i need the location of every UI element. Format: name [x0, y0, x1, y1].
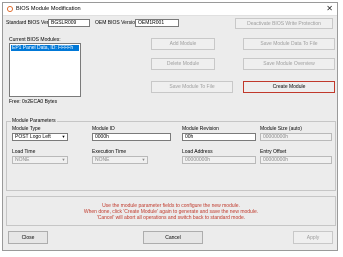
modules-listbox[interactable]: EP1 Panel Data, ID: FFFFh — [9, 43, 81, 97]
execution-time-value: NONE — [95, 157, 110, 163]
message-panel: Use the module parameter fields to confi… — [6, 196, 336, 226]
module-id-field[interactable]: 0000h — [92, 133, 171, 141]
module-type-value: POST Logo Left — [15, 134, 51, 140]
save-module-to-file-button[interactable]: Save Module To File — [151, 81, 233, 93]
module-size-label: Module Size (auto) — [260, 126, 302, 132]
load-time-label: Load Time — [12, 149, 36, 155]
chevron-down-icon[interactable]: ▼ — [60, 134, 67, 140]
apply-button[interactable]: Apply — [293, 231, 333, 244]
module-size-field: 00000000h — [260, 133, 332, 141]
module-parameters-group: Module Parameters Module Type POST Logo … — [6, 118, 336, 191]
chevron-down-icon[interactable]: ▼ — [60, 157, 67, 163]
close-button[interactable]: Close — [8, 231, 48, 244]
close-icon[interactable]: ✕ — [326, 4, 333, 14]
title-bar: BIOS Module Modification ✕ — [3, 3, 337, 16]
module-type-label: Module Type — [12, 126, 41, 132]
add-module-button[interactable]: Add Module — [151, 38, 215, 50]
deactivate-write-protection-button[interactable]: Deactivate BIOS Write Protection — [235, 18, 333, 29]
cancel-button[interactable]: Cancel — [143, 231, 203, 244]
create-module-button[interactable]: Create Module — [243, 81, 335, 93]
module-parameters-title: Module Parameters — [11, 118, 57, 125]
oem-bios-label: OEM BIOS Version: — [95, 20, 140, 26]
bios-module-window: BIOS Module Modification ✕ Standard BIOS… — [2, 2, 338, 251]
save-module-data-button[interactable]: Save Module Data To File — [243, 38, 335, 50]
oem-bios-field: OEM1R001 — [135, 19, 179, 27]
app-icon — [7, 6, 13, 12]
free-bytes-label: Free: 0x2ECA0 Bytes — [9, 99, 58, 105]
window-title: BIOS Module Modification — [16, 6, 81, 12]
module-revision-label: Module Revision — [182, 126, 219, 132]
entry-offset-field[interactable]: 00000000h — [260, 156, 332, 164]
delete-module-button[interactable]: Delete Module — [151, 58, 215, 70]
list-item[interactable]: EP1 Panel Data, ID: FFFFh — [11, 45, 79, 51]
load-address-field[interactable]: 00000000h — [182, 156, 256, 164]
load-time-select[interactable]: NONE ▼ — [12, 156, 68, 164]
message-line-3: 'Cancel' will abort all operations and s… — [96, 215, 246, 221]
module-revision-field[interactable]: 00h — [182, 133, 256, 141]
load-address-label: Load Address — [182, 149, 213, 155]
entry-offset-label: Entry Offset — [260, 149, 287, 155]
load-time-value: NONE — [15, 157, 30, 163]
save-module-overview-button[interactable]: Save Module Overview — [243, 58, 335, 70]
module-id-label: Module ID — [92, 126, 115, 132]
chevron-down-icon[interactable]: ▼ — [140, 157, 147, 163]
module-type-select[interactable]: POST Logo Left ▼ — [12, 133, 68, 141]
standard-bios-field: BGSLR009 — [48, 19, 90, 27]
execution-time-select[interactable]: NONE ▼ — [92, 156, 148, 164]
execution-time-label: Execution Time — [92, 149, 127, 155]
